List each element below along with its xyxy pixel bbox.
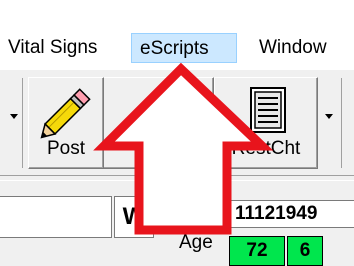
app-window: Vital Signs eScripts Window Post RestCht… (0, 0, 354, 266)
dob-field[interactable]: 11121949 (228, 200, 354, 228)
restcht-button[interactable]: RestCht (214, 77, 318, 169)
menu-escripts[interactable]: eScripts (131, 33, 237, 63)
menu-bar: Vital Signs eScripts Window (0, 0, 354, 71)
toolbar-button-hidden[interactable] (104, 77, 214, 169)
notepad-icon (250, 87, 286, 133)
panel-divider-highlight (0, 180, 354, 181)
toolbar-separator (341, 78, 342, 168)
post-button[interactable]: Post (28, 77, 104, 169)
toolbar-dropdown-left-icon[interactable] (10, 114, 18, 119)
post-button-label: Post (46, 138, 86, 159)
menu-window[interactable]: Window (253, 33, 333, 63)
menu-vital-signs[interactable]: Vital Signs (2, 33, 103, 63)
toolbar-separator (22, 78, 23, 168)
age-years-value: 72 (229, 236, 285, 266)
restcht-button-label: RestCht (231, 138, 301, 159)
patient-initial-field[interactable]: W (114, 196, 154, 238)
age-months-value: 6 (287, 236, 323, 266)
age-label: Age (179, 232, 213, 253)
panel-divider (0, 175, 354, 176)
dob-label: DOB (173, 190, 215, 211)
toolbar-dropdown-right-icon[interactable] (325, 114, 333, 119)
pencil-icon (40, 88, 91, 139)
patient-name-field[interactable] (0, 196, 112, 238)
